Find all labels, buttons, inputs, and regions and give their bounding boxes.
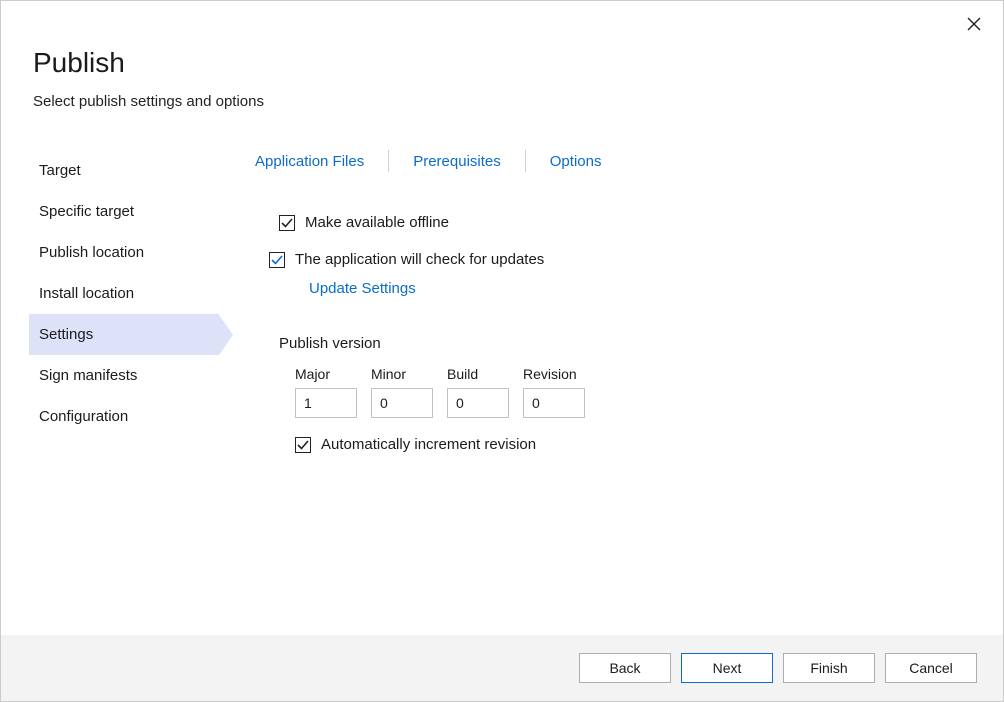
minor-input[interactable]	[371, 388, 433, 418]
build-input[interactable]	[447, 388, 509, 418]
application-files-link[interactable]: Application Files	[249, 153, 370, 170]
build-label: Build	[447, 366, 509, 382]
revision-input[interactable]	[523, 388, 585, 418]
offline-checkbox[interactable]	[279, 215, 295, 231]
sidebar-item-configuration[interactable]: Configuration	[29, 396, 219, 437]
page-title: Publish	[33, 47, 971, 79]
sidebar-item-specific-target[interactable]: Specific target	[29, 191, 219, 232]
finish-button[interactable]: Finish	[783, 653, 875, 683]
major-input[interactable]	[295, 388, 357, 418]
sidebar-item-sign-manifests[interactable]: Sign manifests	[29, 355, 219, 396]
publish-version-label: Publish version	[279, 335, 971, 352]
wizard-sidebar: Target Specific target Publish location …	[29, 150, 219, 453]
next-button[interactable]: Next	[681, 653, 773, 683]
auto-increment-checkbox[interactable]	[295, 437, 311, 453]
options-link[interactable]: Options	[544, 153, 608, 170]
update-settings-link[interactable]: Update Settings	[309, 280, 971, 297]
wizard-footer: Back Next Finish Cancel	[1, 635, 1003, 701]
page-subtitle: Select publish settings and options	[33, 93, 971, 110]
divider	[525, 150, 526, 172]
sidebar-item-settings[interactable]: Settings	[29, 314, 219, 355]
check-updates-checkbox-label: The application will check for updates	[295, 251, 544, 268]
back-button[interactable]: Back	[579, 653, 671, 683]
sidebar-item-publish-location[interactable]: Publish location	[29, 232, 219, 273]
close-icon[interactable]	[967, 17, 981, 35]
divider	[388, 150, 389, 172]
auto-increment-checkbox-label: Automatically increment revision	[321, 436, 536, 453]
check-updates-checkbox[interactable]	[269, 252, 285, 268]
minor-label: Minor	[371, 366, 433, 382]
cancel-button[interactable]: Cancel	[885, 653, 977, 683]
revision-label: Revision	[523, 366, 585, 382]
offline-checkbox-label: Make available offline	[305, 214, 449, 231]
major-label: Major	[295, 366, 357, 382]
sidebar-item-target[interactable]: Target	[29, 150, 219, 191]
prerequisites-link[interactable]: Prerequisites	[407, 153, 507, 170]
sidebar-item-install-location[interactable]: Install location	[29, 273, 219, 314]
